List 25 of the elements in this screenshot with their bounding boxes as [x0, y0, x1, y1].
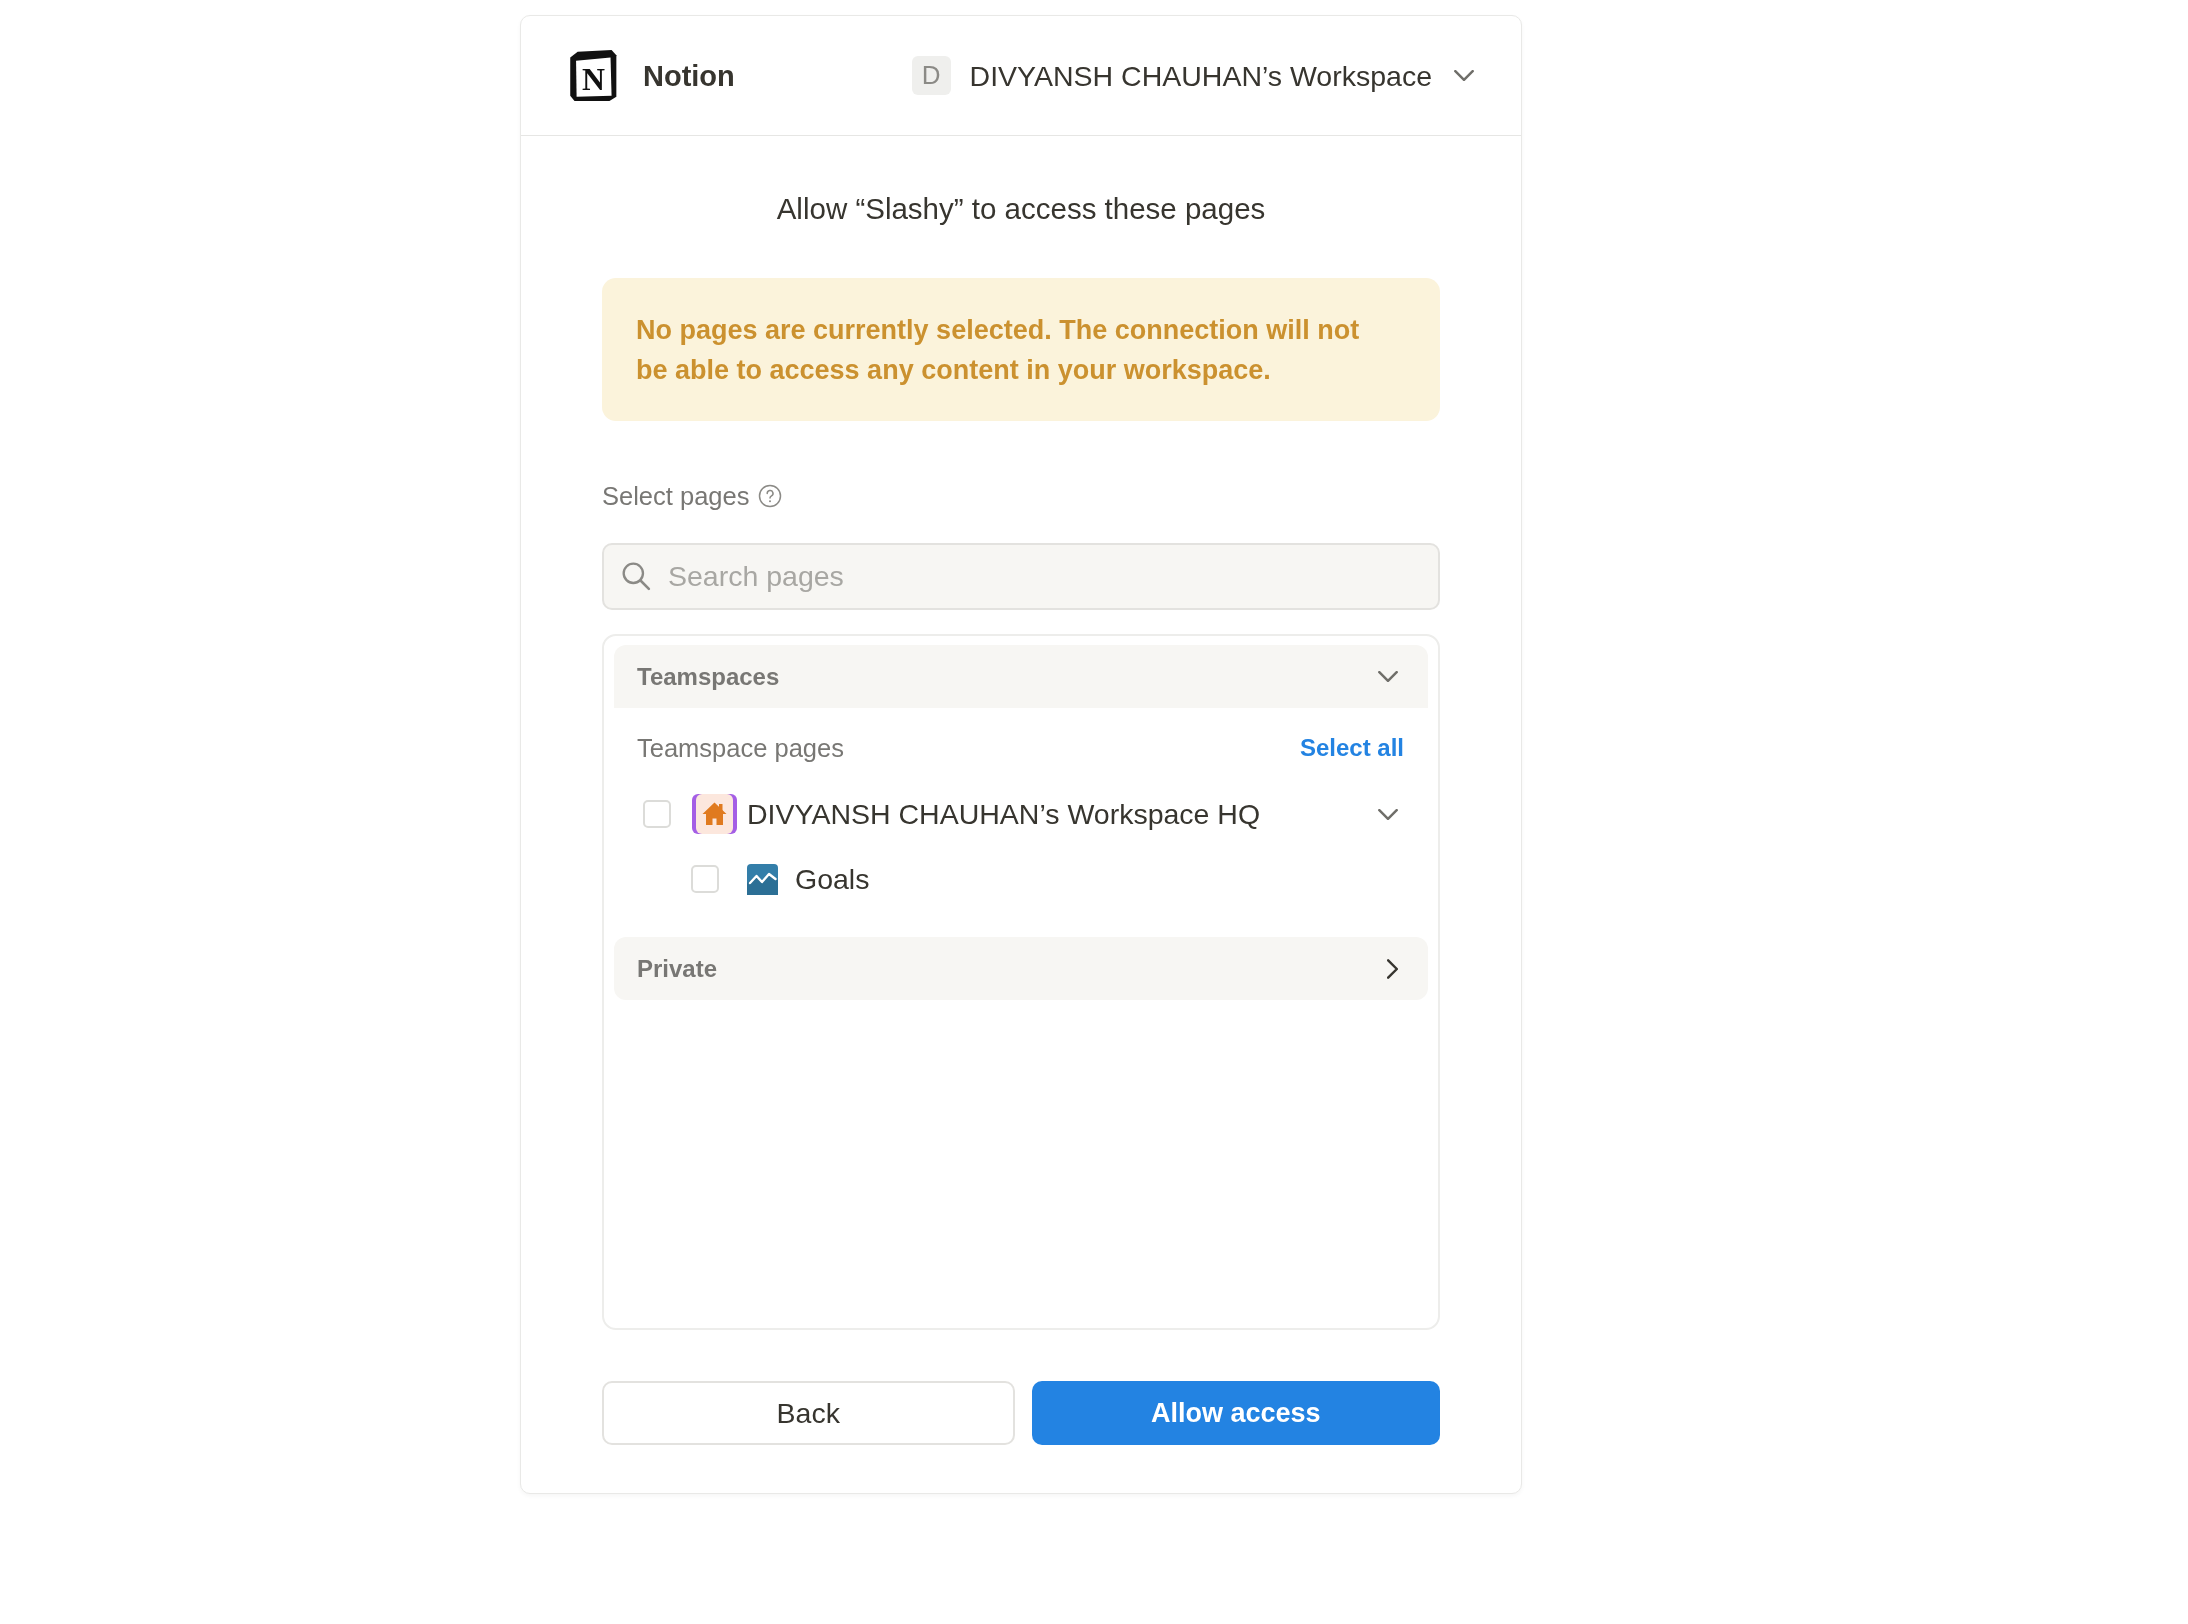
help-icon[interactable] [758, 484, 783, 508]
section-label: Select pages [602, 481, 750, 511]
search-icon [621, 561, 651, 591]
search-field[interactable]: Search pages [602, 543, 1440, 610]
select-all-link[interactable]: Select all [1299, 730, 1404, 766]
house-icon [691, 794, 737, 834]
chart-icon [746, 863, 778, 895]
chevron-down-icon [1378, 671, 1398, 682]
page-heading: Allow “Slashy” to access these pages [775, 192, 1267, 226]
chevron-down-icon [1454, 70, 1474, 81]
checkbox[interactable] [643, 800, 671, 828]
page-title[interactable]: Goals [795, 862, 870, 896]
workspace-avatar: D [911, 56, 951, 95]
page-title[interactable]: DIVYANSH CHAUHAN’s Workspace HQ [747, 797, 1261, 831]
back-button[interactable]: Back [602, 1381, 1015, 1445]
app-name: Notion [643, 58, 735, 94]
section-header[interactable]: Teamspaces [614, 645, 1428, 708]
group-label: Teamspace pages [637, 732, 844, 764]
warning-message: No pages are currently selected. The connection will not be able to access any content in your workspace. [602, 278, 1440, 421]
workspace-switcher[interactable]: D DIVYANSH CHAUHAN’s Workspace [911, 56, 1474, 95]
checkbox[interactable] [691, 865, 719, 893]
chevron-down-icon[interactable] [1378, 808, 1398, 820]
chevron-right-icon [1387, 958, 1398, 979]
section-header[interactable]: Private [614, 937, 1428, 1000]
allow-access-button[interactable]: Allow access [1031, 1381, 1440, 1445]
